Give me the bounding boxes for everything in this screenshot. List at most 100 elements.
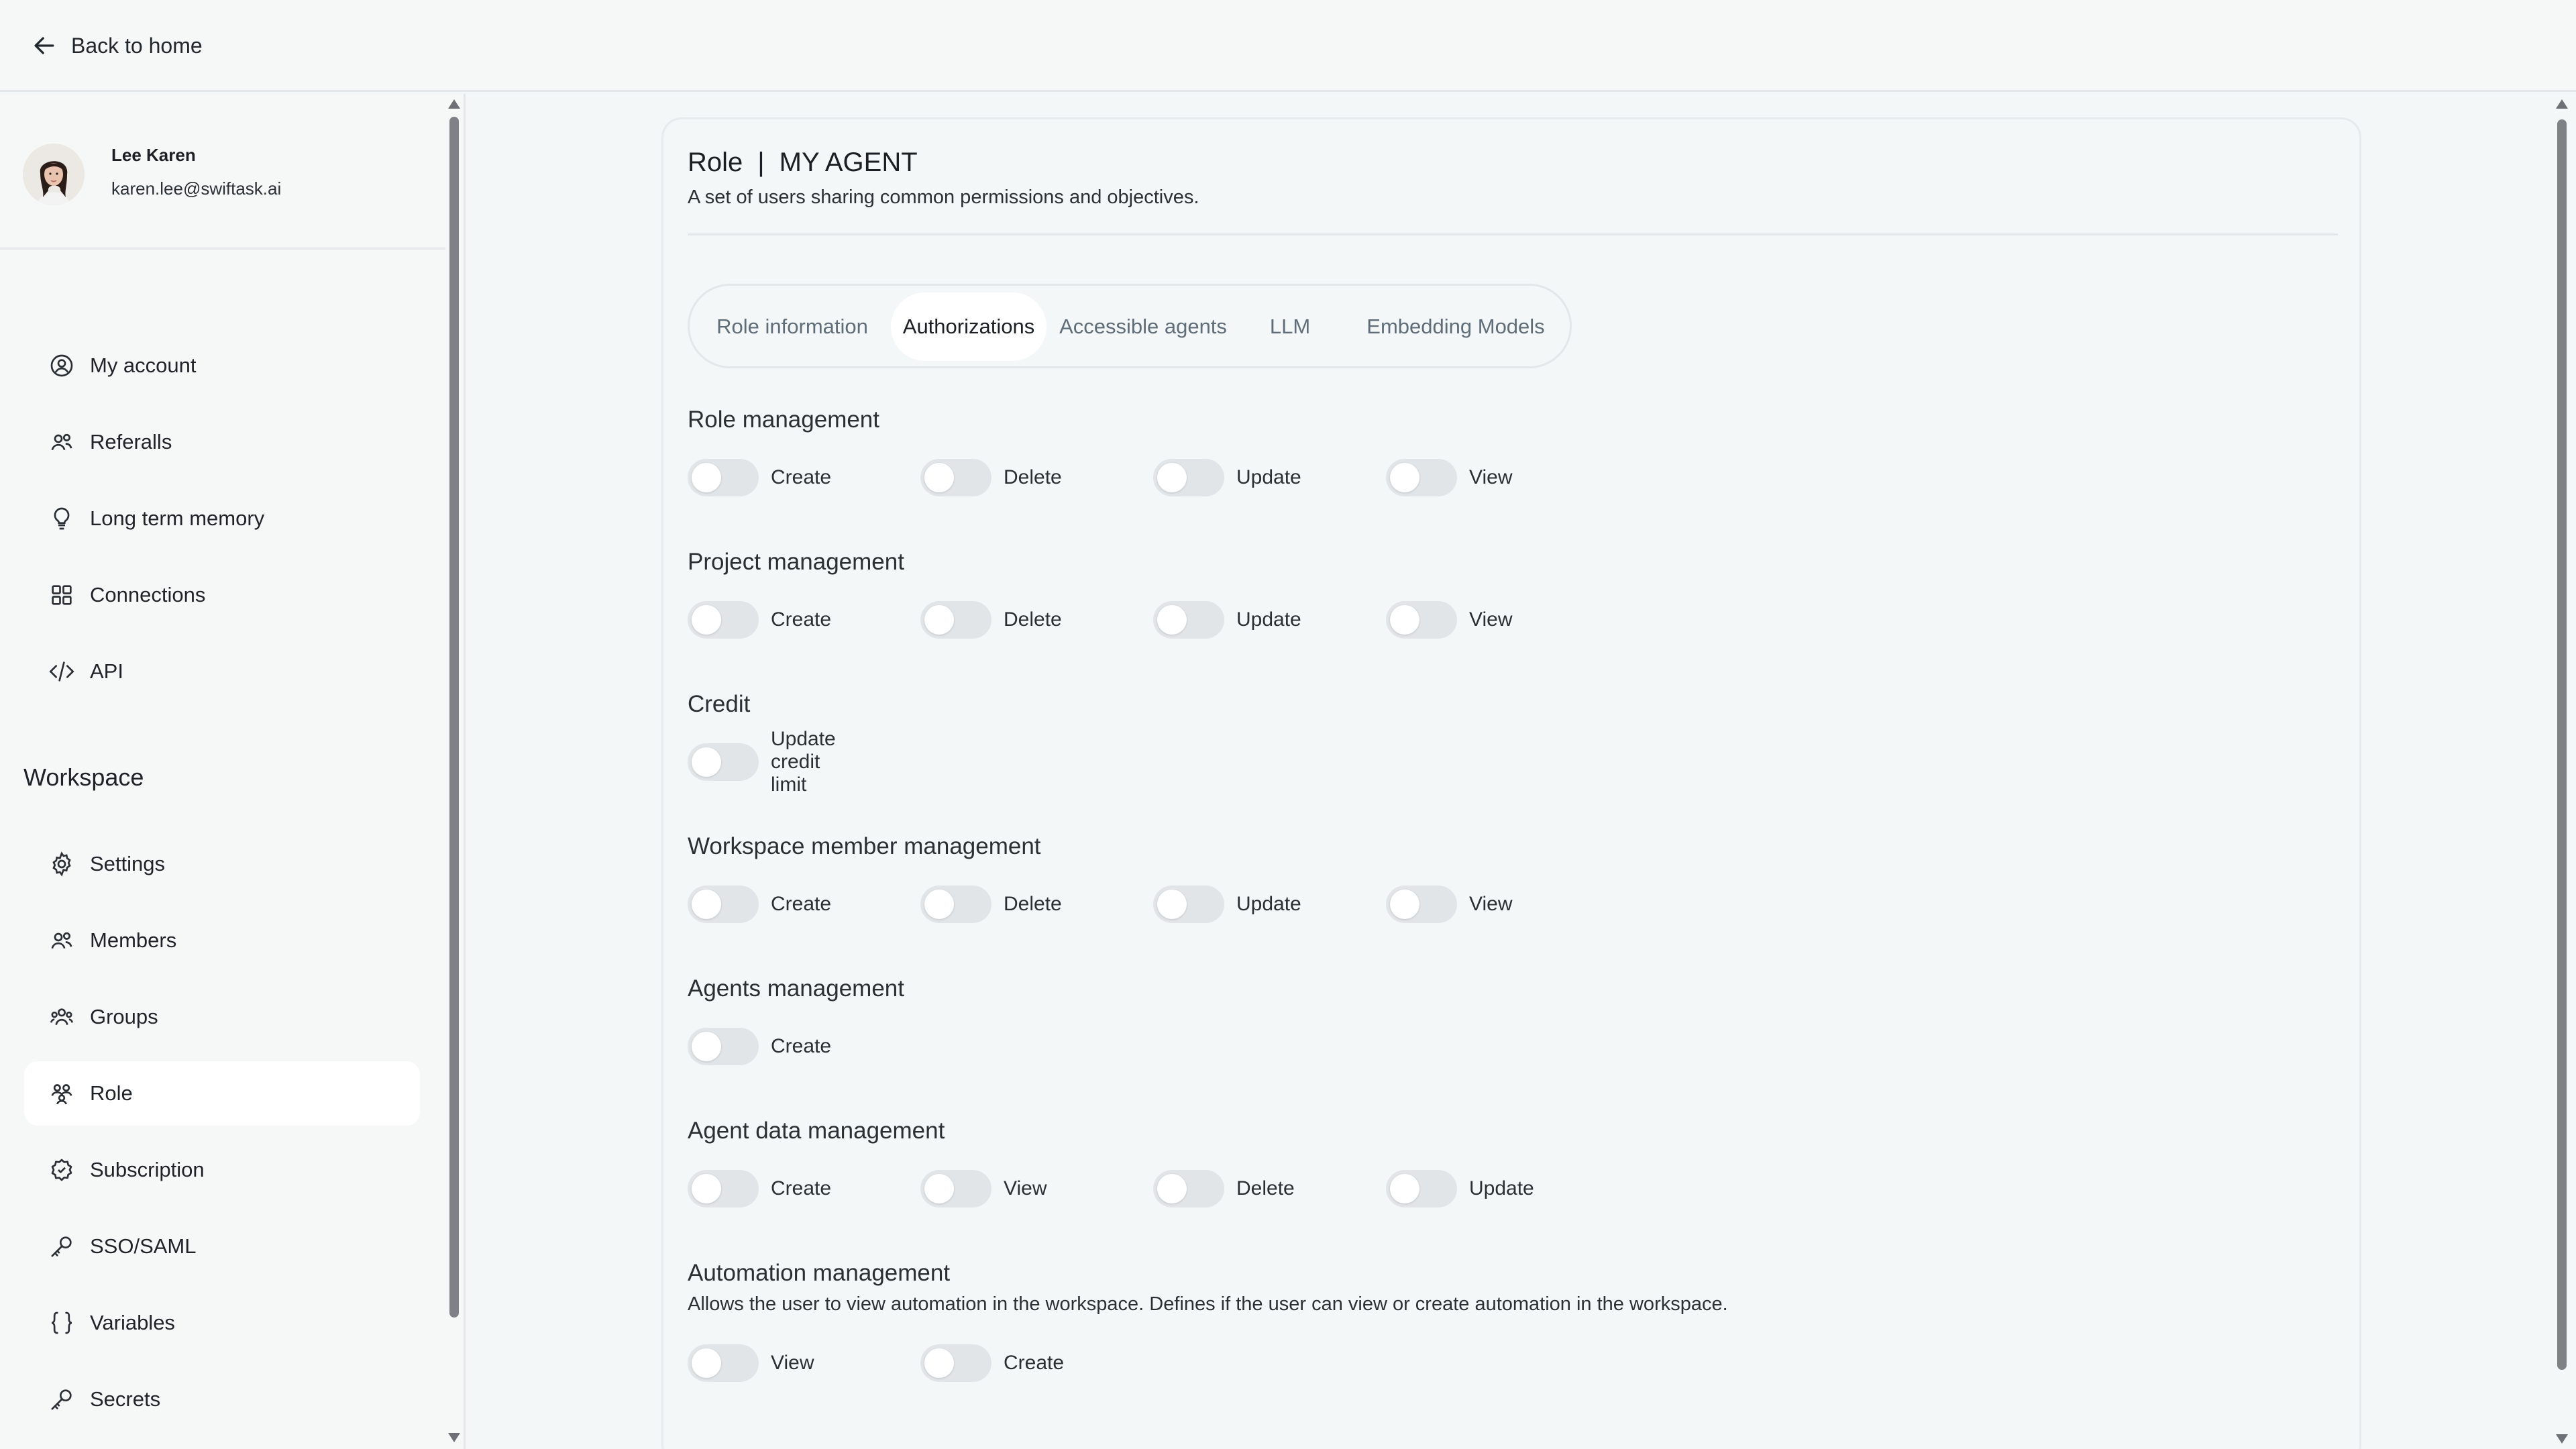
toggle-label: Create (771, 893, 832, 915)
nav-label: Long term memory (90, 506, 265, 530)
nav-label: Members (90, 928, 177, 952)
sidebar: Lee Karen karen.lee@swiftask.ai My accou… (0, 94, 466, 1449)
tab-role-information[interactable]: Role information (696, 292, 888, 361)
toggle-switch[interactable] (920, 1170, 991, 1208)
toggle-switch[interactable] (1386, 459, 1457, 496)
nav-sso-saml[interactable]: SSO/SAML (24, 1214, 420, 1279)
toggle-label: Delete (1004, 466, 1062, 488)
toggle-item: View (688, 1344, 814, 1383)
nav-label: Secrets (90, 1387, 161, 1411)
toggle-item: Update (1153, 458, 1301, 497)
profile-name: Lee Karen (111, 145, 196, 165)
grid-icon (52, 585, 72, 605)
nav-variables[interactable]: Variables (24, 1291, 420, 1355)
toggle-item: Create (688, 458, 831, 497)
tab-llm[interactable]: LLM (1240, 292, 1340, 361)
nav-secrets[interactable]: Secrets (24, 1367, 420, 1432)
group-title-workspace-member-management: Workspace member management (688, 833, 1041, 859)
sidebar-scroll-up-icon[interactable] (448, 99, 460, 109)
toggle-switch[interactable] (920, 459, 991, 496)
page-subtitle: A set of users sharing common permission… (688, 186, 1199, 208)
toggle-switch[interactable] (688, 1028, 759, 1065)
key-icon (51, 1236, 72, 1257)
toggle-item: Create (688, 1169, 831, 1208)
toggle-label: View (1469, 466, 1513, 488)
nav-settings[interactable]: Settings (24, 832, 420, 896)
key-icon (51, 1389, 72, 1410)
back-to-home-link[interactable]: Back to home (30, 30, 203, 62)
nav-groups[interactable]: Groups (24, 985, 420, 1049)
toggle-switch[interactable] (688, 1170, 759, 1208)
toggle-switch[interactable] (920, 601, 991, 639)
title-separator: | (757, 148, 765, 177)
toggle-item: Create (688, 1027, 831, 1066)
back-to-home-label: Back to home (71, 33, 203, 58)
users-group-icon (50, 1008, 74, 1026)
toggle-switch[interactable] (1153, 1170, 1224, 1208)
toggle-label: Update (1236, 466, 1301, 488)
toggle-label: Create (1004, 1352, 1065, 1374)
title-prefix: Role (688, 148, 743, 177)
toggle-switch[interactable] (1386, 601, 1457, 639)
toggle-switch[interactable] (1386, 1170, 1457, 1208)
nav-referalls[interactable]: Referalls (24, 410, 420, 474)
user-circle-icon (50, 354, 73, 377)
nav-label: My account (90, 354, 197, 377)
toggle-switch[interactable] (1153, 601, 1224, 639)
toggle-label: Delete (1004, 608, 1062, 631)
toggle-item: Delete (920, 458, 1062, 497)
toggle-label: Create (771, 466, 832, 488)
toggle-switch[interactable] (688, 1344, 759, 1382)
toggle-switch[interactable] (920, 1344, 991, 1382)
tab-accessible-agents[interactable]: Accessible agents (1052, 292, 1234, 361)
toggle-switch[interactable] (1153, 885, 1224, 923)
group-title-agents-management: Agents management (688, 975, 904, 1002)
toggle-label: Update (1236, 893, 1301, 915)
main-scrollbar-thumb[interactable] (2557, 119, 2567, 1370)
toggle-item: Create (920, 1344, 1064, 1383)
nav-api[interactable]: API (24, 639, 420, 704)
users-icon (51, 433, 72, 451)
toggle-item: View (1386, 885, 1512, 924)
nav-label: Referalls (90, 430, 172, 453)
nav-label: Groups (90, 1005, 158, 1028)
toggle-switch[interactable] (688, 885, 759, 923)
nav-role[interactable]: Role (24, 1061, 420, 1126)
toggle-label: View (1469, 893, 1513, 915)
main-scroll-up-icon[interactable] (2556, 99, 2568, 109)
group-title-project-management: Project management (688, 549, 904, 575)
workspace-section-title: Workspace (23, 763, 144, 791)
sidebar-scrollbar-thumb[interactable] (449, 117, 459, 1318)
toggle-label: Delete (1236, 1177, 1295, 1199)
main-scroll-down-icon[interactable] (2556, 1434, 2568, 1444)
nav-long-term-memory[interactable]: Long term memory (24, 486, 420, 551)
toggle-label: Update credit limit (771, 728, 836, 796)
avatar[interactable] (23, 144, 85, 205)
group-title-credit: Credit (688, 691, 751, 717)
toggle-switch[interactable] (920, 885, 991, 923)
tab-bar: Role information Authorizations Accessib… (688, 284, 1572, 368)
toggle-item: Create (688, 600, 831, 639)
toggle-switch[interactable] (688, 743, 759, 781)
sidebar-scroll-down-icon[interactable] (448, 1433, 460, 1442)
nav-my-account[interactable]: My account (24, 333, 420, 398)
role-icon (51, 1084, 72, 1105)
profile-card: Lee Karen karen.lee@swiftask.ai (0, 94, 445, 250)
toggle-item: View (1386, 458, 1512, 497)
arrow-left-icon (34, 37, 54, 54)
nav-label: API (90, 659, 123, 683)
toggle-label: Create (771, 1177, 832, 1199)
nav-subscription[interactable]: Subscription (24, 1138, 420, 1202)
toggle-switch[interactable] (1153, 459, 1224, 496)
toggle-item: Update (1153, 885, 1301, 924)
toggle-switch[interactable] (688, 601, 759, 639)
toggle-switch[interactable] (1386, 885, 1457, 923)
users-icon (51, 932, 72, 949)
nav-connections[interactable]: Connections (24, 563, 420, 627)
nav-label: Subscription (90, 1158, 205, 1181)
nav-label: Settings (90, 852, 166, 875)
nav-members[interactable]: Members (24, 908, 420, 973)
toggle-switch[interactable] (688, 459, 759, 496)
tab-embedding-models[interactable]: Embedding Models (1347, 292, 1564, 361)
tab-authorizations[interactable]: Authorizations (891, 292, 1046, 361)
